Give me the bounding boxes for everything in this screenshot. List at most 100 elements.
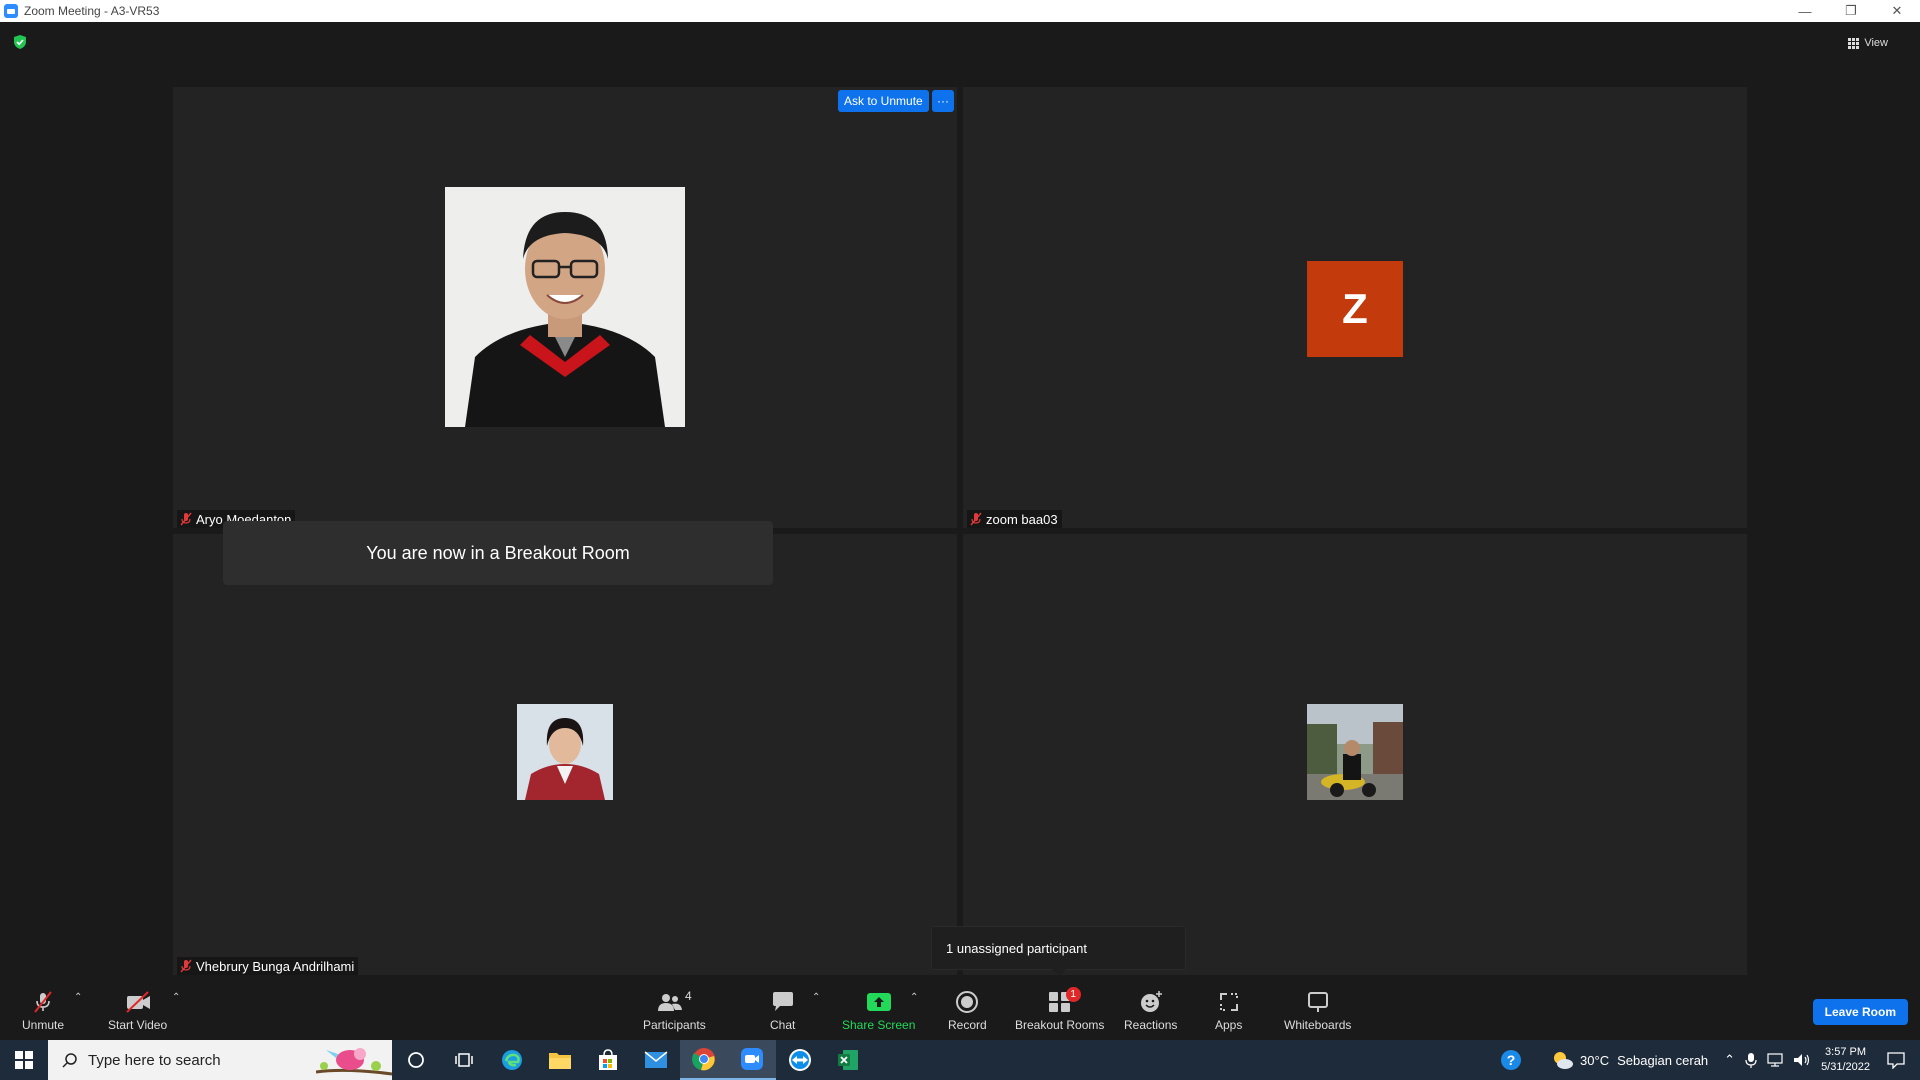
chrome-taskbar-button[interactable] <box>680 1040 728 1080</box>
whiteboards-label: Whiteboards <box>1284 1018 1352 1032</box>
restore-button[interactable]: ❐ <box>1828 0 1874 22</box>
close-button[interactable]: ✕ <box>1874 0 1920 22</box>
breakout-rooms-button[interactable]: 1 Breakout Rooms <box>1015 987 1105 1032</box>
audio-options-caret-icon[interactable]: ⌃ <box>74 992 82 1003</box>
search-highlight-bird-icon <box>316 1048 392 1076</box>
unmute-button[interactable]: Unmute <box>22 990 64 1032</box>
record-button[interactable]: Record <box>948 990 987 1032</box>
weather-description[interactable]: Sebagian cerah <box>1617 1053 1708 1068</box>
share-screen-icon <box>866 993 891 1011</box>
svg-text:?: ? <box>1507 1052 1516 1068</box>
taskbar-clock[interactable]: 3:57 PM 5/31/2022 <box>1821 1045 1870 1075</box>
reactions-emoji-icon <box>1140 991 1162 1012</box>
meeting-area: View Aryo Moedanton Ask to Unmute ··· Z … <box>0 22 1920 980</box>
view-label: View <box>1864 37 1888 49</box>
windows-logo-icon <box>15 1051 33 1069</box>
apps-button[interactable]: Apps <box>1215 990 1242 1032</box>
weather-temperature[interactable]: 30°C <box>1580 1053 1609 1068</box>
clock-date: 5/31/2022 <box>1821 1061 1870 1073</box>
cortana-button[interactable] <box>392 1040 440 1080</box>
tooltip-arrow <box>1052 969 1066 976</box>
grid-view-icon <box>1848 37 1860 49</box>
participants-icon <box>658 994 682 1011</box>
teamviewer-taskbar-button[interactable] <box>776 1040 824 1080</box>
apps-icon <box>1219 993 1238 1011</box>
microphone-muted-icon <box>34 991 52 1013</box>
breakout-rooms-label: Breakout Rooms <box>1015 1018 1105 1032</box>
network-icon[interactable] <box>1767 1052 1785 1068</box>
show-hidden-icons-chevron-icon[interactable]: ⌃ <box>1724 1052 1735 1068</box>
reactions-button[interactable]: Reactions <box>1124 990 1177 1032</box>
video-tile-participant-4[interactable] <box>963 534 1747 975</box>
reactions-label: Reactions <box>1124 1018 1178 1032</box>
start-button[interactable] <box>0 1040 48 1080</box>
share-screen-label: Share Screen <box>842 1018 916 1032</box>
chat-bubble-icon <box>772 992 793 1011</box>
meeting-toolbar: Unmute ⌃ Start Video ⌃ 4 Participants Ch… <box>0 980 1920 1040</box>
microphone-in-use-icon[interactable] <box>1745 1052 1757 1068</box>
teamviewer-icon <box>789 1049 811 1071</box>
share-screen-button[interactable]: Share Screen <box>842 990 915 1032</box>
video-off-icon <box>125 991 150 1013</box>
whiteboards-button[interactable]: Whiteboards <box>1284 990 1351 1032</box>
excel-taskbar-button[interactable] <box>824 1040 872 1080</box>
whiteboard-icon <box>1307 992 1328 1012</box>
video-tile-zoom-baa03[interactable]: Z zoom baa03 <box>963 87 1747 528</box>
help-icon[interactable]: ? <box>1500 1049 1522 1071</box>
store-taskbar-button[interactable] <box>584 1040 632 1080</box>
zoom-logo-icon <box>4 4 18 18</box>
zoom-taskbar-button[interactable] <box>728 1040 776 1080</box>
task-view-button[interactable] <box>440 1040 488 1080</box>
edge-browser-icon <box>502 1050 522 1070</box>
folder-icon <box>549 1053 571 1069</box>
task-view-icon <box>455 1053 473 1067</box>
participant-photo <box>517 704 613 800</box>
record-label: Record <box>948 1018 987 1032</box>
breakout-room-notification: You are now in a Breakout Room <box>223 521 773 585</box>
window-title: Zoom Meeting - A3-VR53 <box>24 4 160 18</box>
unassigned-participant-tooltip: 1 unassigned participant <box>931 926 1186 976</box>
notifications-icon[interactable] <box>1886 1051 1906 1069</box>
start-video-label: Start Video <box>108 1018 168 1032</box>
participants-label: Participants <box>643 1018 706 1032</box>
mic-muted-icon <box>180 959 192 973</box>
apps-label: Apps <box>1215 1018 1243 1032</box>
video-tile-aryo[interactable]: Aryo Moedanton <box>173 87 957 528</box>
chat-label: Chat <box>770 1018 796 1032</box>
mic-muted-icon <box>180 512 192 526</box>
chat-button[interactable]: Chat <box>770 990 795 1032</box>
store-bag-icon <box>599 1049 617 1070</box>
unmute-label: Unmute <box>22 1018 65 1032</box>
start-video-button[interactable]: Start Video <box>108 990 167 1032</box>
leave-room-button[interactable]: Leave Room <box>1812 999 1908 1025</box>
more-options-button[interactable]: ··· <box>932 90 954 112</box>
encryption-shield-icon[interactable] <box>12 34 28 50</box>
taskbar-search-box[interactable]: Type here to search <box>48 1040 392 1080</box>
chat-options-caret-icon[interactable]: ⌃ <box>812 992 820 1003</box>
unassigned-message: 1 unassigned participant <box>946 940 1087 956</box>
participants-count: 4 <box>685 989 692 1003</box>
participant-name-tag: zoom baa03 <box>967 510 1062 528</box>
video-tile-vhebrury[interactable]: Vhebrury Bunga Andrilhami <box>173 534 957 975</box>
mic-muted-icon <box>970 512 982 526</box>
mail-envelope-icon <box>644 1051 668 1068</box>
search-placeholder: Type here to search <box>88 1051 221 1069</box>
file-explorer-taskbar-button[interactable] <box>536 1040 584 1080</box>
mail-taskbar-button[interactable] <box>632 1040 680 1080</box>
view-button[interactable]: View <box>1840 32 1896 54</box>
excel-icon <box>838 1050 858 1070</box>
speaker-volume-icon[interactable] <box>1793 1052 1811 1068</box>
video-options-caret-icon[interactable]: ⌃ <box>172 992 180 1003</box>
participant-photo <box>445 187 685 427</box>
cortana-circle-icon <box>408 1052 424 1068</box>
avatar: Z <box>1307 261 1403 357</box>
window-title-bar: Zoom Meeting - A3-VR53 — ❐ ✕ <box>0 0 1920 22</box>
chrome-browser-icon <box>692 1048 715 1071</box>
weather-partly-cloudy-icon[interactable] <box>1552 1050 1574 1070</box>
ask-to-unmute-button[interactable]: Ask to Unmute <box>838 90 929 112</box>
participant-name-tag: Vhebrury Bunga Andrilhami <box>177 957 359 975</box>
edge-taskbar-button[interactable] <box>488 1040 536 1080</box>
participants-button[interactable]: 4 Participants <box>643 989 706 1032</box>
minimize-button[interactable]: — <box>1782 0 1828 22</box>
share-options-caret-icon[interactable]: ⌃ <box>910 992 918 1003</box>
